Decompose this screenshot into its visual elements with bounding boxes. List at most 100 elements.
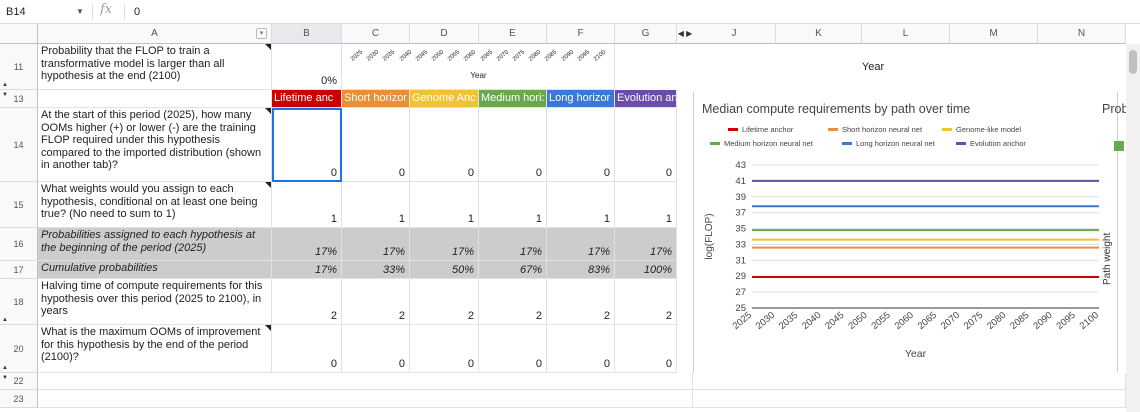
cell-c14[interactable]: 0 <box>342 108 410 182</box>
collapse-arrow-icon[interactable]: ▲ <box>2 365 8 371</box>
cell-a17[interactable]: Cumulative probabilities <box>38 261 272 279</box>
cell-c18[interactable]: 2 <box>342 279 410 325</box>
cell-b20[interactable]: 0 <box>272 325 342 373</box>
cell-f15[interactable]: 1 <box>547 182 615 228</box>
hypothesis-header-4[interactable]: Medium hori: <box>479 90 547 108</box>
x-tick-label: 2090 <box>1031 310 1054 332</box>
row-22-cells-right[interactable] <box>693 373 1126 390</box>
cell-a14[interactable]: At the start of this period (2025), how … <box>38 108 272 182</box>
cell-c17[interactable]: 33% <box>342 261 410 279</box>
cell-g17[interactable]: 100% <box>615 261 677 279</box>
cell-a18[interactable]: Halving time of compute requirements for… <box>38 279 272 325</box>
hypothesis-header-5[interactable]: Long horizor <box>547 90 615 108</box>
cell-g18[interactable]: 2 <box>615 279 677 325</box>
compute-requirements-chart[interactable]: Median compute requirements by path over… <box>693 92 1118 373</box>
cell-e20[interactable]: 0 <box>479 325 547 373</box>
name-box-dropdown-icon[interactable]: ▼ <box>76 3 84 21</box>
vertical-scrollbar[interactable] <box>1126 44 1140 412</box>
cell-g14[interactable]: 0 <box>615 108 677 182</box>
row-header-17[interactable]: 17 <box>0 261 38 279</box>
cell-a15[interactable]: What weights would you assign to each hy… <box>38 182 272 228</box>
y-axis-label: log(FLOP) <box>704 213 715 259</box>
hypothesis-header-1[interactable]: Lifetime anc <box>272 90 342 108</box>
x-tick-label: 2040 <box>800 310 823 332</box>
row-header-20[interactable]: 20 ▲ <box>0 325 38 373</box>
cell-b14[interactable]: 0 <box>272 108 342 182</box>
cell-c16[interactable]: 17% <box>342 228 410 261</box>
column-header-k[interactable]: K <box>776 24 862 44</box>
row-header-13[interactable]: 13 ▼ <box>0 90 38 108</box>
cell-a11[interactable]: Probability that the FLOP to train a tra… <box>38 44 272 90</box>
cell-d14[interactable]: 0 <box>410 108 479 182</box>
collapse-arrow-icon[interactable]: ▲ <box>2 317 8 323</box>
cell-b17[interactable]: 17% <box>272 261 342 279</box>
row-23-cells[interactable] <box>38 390 693 408</box>
cell-b16[interactable]: 17% <box>272 228 342 261</box>
row-23-cells-right[interactable] <box>693 390 1126 408</box>
cell-e15[interactable]: 1 <box>479 182 547 228</box>
column-header-a[interactable]: A ▾ <box>38 24 272 44</box>
collapse-arrow-icon[interactable]: ▲ <box>2 82 8 88</box>
cell-a13[interactable] <box>38 90 272 108</box>
cell-d20[interactable]: 0 <box>410 325 479 373</box>
row-header-22[interactable]: 22 ▼ <box>0 373 38 390</box>
hypothesis-header-6[interactable]: Evolution anc <box>615 90 677 108</box>
cell-d17[interactable]: 50% <box>410 261 479 279</box>
cell-d18[interactable]: 2 <box>410 279 479 325</box>
column-header-d[interactable]: D <box>410 24 479 44</box>
legend-label: Short horizon neural net <box>842 125 923 134</box>
mini-year-tick: 2045 <box>414 49 429 63</box>
mini-year-tick: 2065 <box>479 49 494 63</box>
cell-f18[interactable]: 2 <box>547 279 615 325</box>
row-header-16[interactable]: 16 <box>0 228 38 261</box>
cell-d15[interactable]: 1 <box>410 182 479 228</box>
filter-icon[interactable]: ▾ <box>256 28 267 39</box>
scrollbar-thumb[interactable] <box>1129 50 1137 74</box>
x-tick-label: 2095 <box>1055 310 1078 332</box>
hidden-columns-arrows-icon[interactable]: ◀ ▶ <box>677 24 693 44</box>
cell-f14[interactable]: 0 <box>547 108 615 182</box>
legend-swatch <box>728 128 738 131</box>
row-22-cells[interactable] <box>38 373 693 390</box>
cell-e18[interactable]: 2 <box>479 279 547 325</box>
cell-b15[interactable]: 1 <box>272 182 342 228</box>
column-header-n[interactable]: N <box>1038 24 1126 44</box>
column-header-f[interactable]: F <box>547 24 615 44</box>
cell-g15[interactable]: 1 <box>615 182 677 228</box>
formula-input[interactable]: 0 <box>134 3 140 21</box>
row-header-23[interactable]: 23 <box>0 390 38 408</box>
cell-a16[interactable]: Probabilities assigned to each hypothesi… <box>38 228 272 261</box>
column-header-j[interactable]: J <box>693 24 776 44</box>
column-header-c[interactable]: C <box>342 24 410 44</box>
cell-e16[interactable]: 17% <box>479 228 547 261</box>
hypothesis-header-3[interactable]: Genome Anc <box>410 90 479 108</box>
cell-c15[interactable]: 1 <box>342 182 410 228</box>
row-header-18[interactable]: 18 ▲ <box>0 279 38 325</box>
cell-a20[interactable]: What is the maximum OOMs of improvement … <box>38 325 272 373</box>
column-header-m[interactable]: M <box>950 24 1038 44</box>
row-header-11[interactable]: 11 ▲ <box>0 44 38 90</box>
cell-g20[interactable]: 0 <box>615 325 677 373</box>
row-header-14[interactable]: 14 <box>0 108 38 182</box>
expand-arrow-icon[interactable]: ▼ <box>2 92 8 98</box>
cell-b11[interactable]: 0% <box>272 44 342 90</box>
cell-f20[interactable]: 0 <box>547 325 615 373</box>
cell-c20[interactable]: 0 <box>342 325 410 373</box>
cell-e17[interactable]: 67% <box>479 261 547 279</box>
legend-swatch <box>956 142 966 145</box>
cell-f17[interactable]: 83% <box>547 261 615 279</box>
column-header-b[interactable]: B <box>272 24 342 44</box>
column-header-g[interactable]: G <box>615 24 677 44</box>
cell-b18[interactable]: 2 <box>272 279 342 325</box>
hypothesis-header-2[interactable]: Short horizor <box>342 90 410 108</box>
x-tick-label: 2060 <box>893 310 916 332</box>
cell-g16[interactable]: 17% <box>615 228 677 261</box>
cell-f16[interactable]: 17% <box>547 228 615 261</box>
cell-e14[interactable]: 0 <box>479 108 547 182</box>
column-header-e[interactable]: E <box>479 24 547 44</box>
select-all-corner[interactable] <box>0 24 38 44</box>
cell-d16[interactable]: 17% <box>410 228 479 261</box>
expand-arrow-icon[interactable]: ▼ <box>2 375 8 381</box>
column-header-l[interactable]: L <box>862 24 950 44</box>
row-header-15[interactable]: 15 <box>0 182 38 228</box>
